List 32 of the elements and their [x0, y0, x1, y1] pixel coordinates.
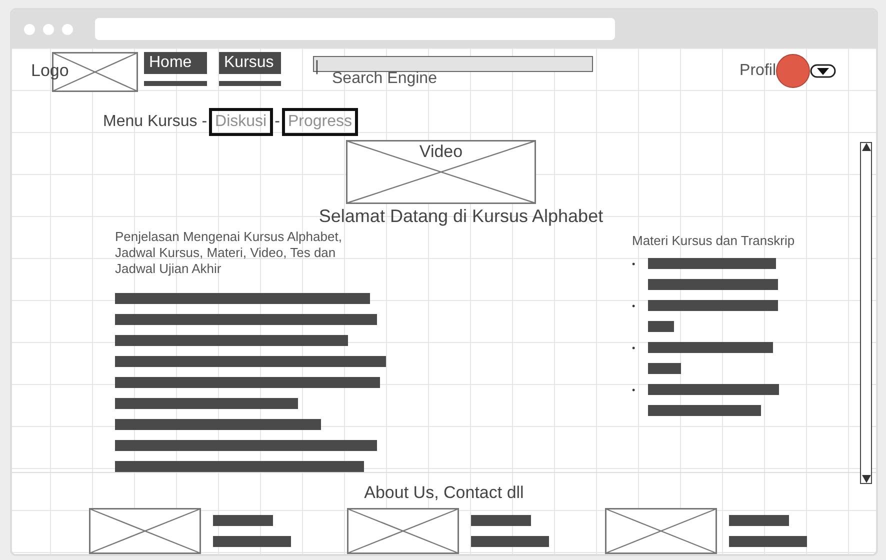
scroll-up-icon[interactable]	[862, 143, 870, 151]
window-dot[interactable]	[24, 24, 35, 34]
text-placeholder-bar	[648, 321, 674, 332]
text-placeholder-bar	[144, 81, 207, 86]
window-dot[interactable]	[43, 24, 54, 34]
video-label: Video	[418, 142, 464, 162]
description-text: Penjelasan Mengenai Kursus Alphabet, Jadwal Kursus, Materi, Video, Tes dan Jadwal Ujian Akhir	[115, 229, 343, 277]
text-placeholder-bar	[213, 515, 273, 526]
nav-button[interactable]: Kursus	[219, 52, 281, 74]
submenu-label: Menu Kursus -	[103, 113, 208, 131]
scrollbar[interactable]	[860, 142, 872, 484]
text-placeholder-bar	[648, 363, 681, 374]
window-dot[interactable]	[62, 24, 73, 34]
text-placeholder-bar	[471, 515, 531, 526]
separator-text: -	[274, 113, 280, 131]
materials-title: Materi Kursus dan Transkrip	[632, 233, 796, 248]
search-label: Search Engine	[332, 70, 437, 88]
text-placeholder-bar	[219, 81, 281, 86]
bullet: •	[632, 342, 636, 352]
search-field[interactable]	[313, 56, 593, 72]
dropdown-icon[interactable]	[810, 64, 836, 78]
bullet: •	[632, 258, 636, 268]
bullet: •	[632, 300, 636, 310]
profile-label: Profil	[740, 62, 776, 80]
text-cursor: |	[315, 59, 319, 75]
bullet: •	[632, 384, 636, 394]
page-title: Selamat Datang di Kursus Alphabet	[318, 206, 604, 227]
avatar[interactable]	[776, 54, 810, 88]
nav-button[interactable]: Home	[144, 52, 207, 74]
footer-title: About Us, Contact dll	[364, 483, 524, 503]
scroll-down-icon[interactable]	[862, 475, 870, 483]
text-placeholder-bar	[729, 515, 789, 526]
